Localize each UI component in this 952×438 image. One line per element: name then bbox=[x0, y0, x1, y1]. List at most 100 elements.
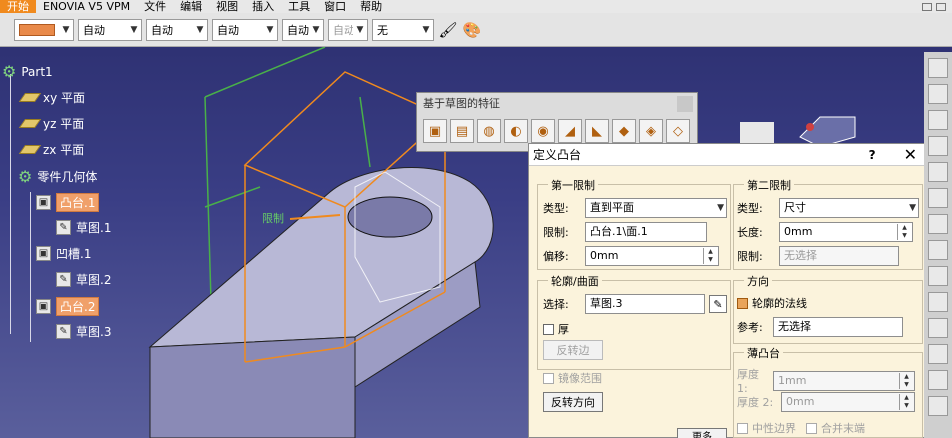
tree-node-sketch2[interactable]: ✎ 草图.2 bbox=[56, 271, 111, 288]
line-thickness-combo[interactable]: 自动 ▼ bbox=[146, 18, 208, 41]
plane-tool-icon[interactable] bbox=[928, 110, 948, 130]
layer-combo[interactable]: 自动 ▼ bbox=[328, 18, 368, 41]
view-icon[interactable] bbox=[928, 266, 948, 286]
color-swatch bbox=[19, 23, 55, 36]
render-icon[interactable] bbox=[928, 292, 948, 312]
reverse-side-button[interactable]: 反转边 bbox=[543, 340, 603, 360]
menu-tools[interactable]: 工具 bbox=[281, 0, 317, 13]
tree-node-pad2[interactable]: ▣ 凸台.2 bbox=[36, 297, 100, 316]
remove-loft-tool-icon[interactable]: ◇ bbox=[666, 119, 690, 143]
loft-tool-icon[interactable]: ◈ bbox=[639, 119, 663, 143]
close-button[interactable]: ✕ bbox=[904, 145, 917, 164]
tree-node-yz-plane[interactable]: yz 平面 bbox=[18, 115, 84, 132]
define-pad-dialog: 定义凸台 ? ✕ 第一限制 类型: 直到平面 ▼ 限制: 凸台.1\面.1 偏移… bbox=[528, 143, 930, 438]
tree-node-body[interactable]: ⚙ 零件几何体 bbox=[18, 167, 97, 186]
menu-insert[interactable]: 插入 bbox=[245, 0, 281, 13]
direction-reference-field[interactable]: 无选择 bbox=[773, 317, 903, 337]
more-button[interactable]: 更多 bbox=[677, 428, 727, 438]
right-toolbar bbox=[924, 52, 952, 438]
shaft-tool-icon[interactable]: ◍ bbox=[477, 119, 501, 143]
plane-icon bbox=[18, 119, 42, 128]
help-button[interactable]: ? bbox=[869, 148, 876, 162]
limit-label: 限制 bbox=[262, 212, 284, 225]
format-painter-icon[interactable]: 🖌 bbox=[438, 20, 458, 40]
thick-checkbox[interactable] bbox=[543, 323, 554, 335]
menu-enovia[interactable]: ENOVIA V5 VPM bbox=[36, 0, 137, 13]
part-hole bbox=[347, 196, 433, 238]
rib-tool-icon[interactable]: ◢ bbox=[558, 119, 582, 143]
tree-node-sketch1[interactable]: ✎ 草图.1 bbox=[56, 219, 111, 236]
graphic-properties-toolbar: ▼ 自动 ▼ 自动 ▼ 自动 ▼ 自动 ▼ 自动 ▼ 无 ▼ 🖌 🎨 bbox=[0, 13, 952, 47]
pocket-icon: ▣ bbox=[36, 246, 51, 261]
first-limit-field[interactable]: 凸台.1\面.1 bbox=[585, 222, 707, 242]
menu-start[interactable]: 开始 bbox=[0, 0, 36, 13]
sketch-icon: ✎ bbox=[56, 324, 71, 339]
menu-view[interactable]: 视图 bbox=[209, 0, 245, 13]
slot-tool-icon[interactable]: ◣ bbox=[585, 119, 609, 143]
groove-tool-icon[interactable]: ◐ bbox=[504, 119, 528, 143]
analysis-icon[interactable] bbox=[928, 318, 948, 338]
toolbar-title-bar[interactable]: 基于草图的特征 bbox=[417, 93, 697, 115]
second-limit-type-select[interactable]: 尺寸 ▼ bbox=[779, 198, 919, 218]
tree-node-sketch3[interactable]: ✎ 草图.3 bbox=[56, 323, 111, 340]
settings-icon[interactable] bbox=[928, 344, 948, 364]
second-limit-field: 无选择 bbox=[779, 246, 899, 266]
tool-icon[interactable] bbox=[928, 370, 948, 390]
sketch-icon: ✎ bbox=[56, 220, 71, 235]
color-combo[interactable]: ▼ bbox=[14, 18, 74, 41]
stiffener-tool-icon[interactable]: ◆ bbox=[612, 119, 636, 143]
tree-node-zx-plane[interactable]: zx 平面 bbox=[18, 141, 84, 158]
line-type-combo[interactable]: 自动 ▼ bbox=[212, 18, 278, 41]
sketch-tool-icon[interactable] bbox=[928, 84, 948, 104]
tree-node-pocket1[interactable]: ▣ 凹槽.1 bbox=[36, 245, 91, 262]
chevron-down-icon: ▼ bbox=[62, 24, 70, 35]
pocket-tool-icon[interactable]: ▤ bbox=[450, 119, 474, 143]
chevron-down-icon: ▼ bbox=[422, 24, 430, 35]
maximize-button[interactable] bbox=[936, 2, 946, 11]
menu-file[interactable]: 文件 bbox=[137, 0, 173, 13]
chevron-down-icon: ▼ bbox=[312, 24, 320, 35]
chevron-down-icon: ▼ bbox=[909, 203, 916, 213]
profile-select-field[interactable]: 草图.3 bbox=[585, 294, 705, 314]
body-gear-icon: ⚙ bbox=[18, 167, 33, 186]
hole-tool-icon[interactable]: ◉ bbox=[531, 119, 555, 143]
tree-node-pad1[interactable]: ▣ 凸台.1 bbox=[36, 193, 100, 212]
transparency-combo[interactable]: 自动 ▼ bbox=[78, 18, 142, 41]
point-type-combo[interactable]: 自动 ▼ bbox=[282, 18, 324, 41]
dialog-title-bar[interactable]: 定义凸台 ? ✕ bbox=[529, 144, 929, 166]
second-limit-length-input[interactable]: 0mm ▲ ▼ bbox=[779, 222, 913, 242]
select-arrow-icon[interactable] bbox=[928, 136, 948, 156]
sketch-icon: ✎ bbox=[56, 272, 71, 287]
menu-bar: 开始 ENOVIA V5 VPM 文件 编辑 视图 插入 工具 窗口 帮助 bbox=[0, 0, 952, 13]
menu-edit[interactable]: 编辑 bbox=[173, 0, 209, 13]
minimize-button[interactable] bbox=[922, 2, 932, 11]
sketcher-icon[interactable]: ✎ bbox=[709, 295, 727, 313]
first-limit-offset-input[interactable]: 0mm ▲ ▼ bbox=[585, 246, 719, 266]
tree-node-part1[interactable]: ⚙ Part1 bbox=[2, 62, 53, 81]
first-limit-type-select[interactable]: 直到平面 ▼ bbox=[585, 198, 727, 218]
material-icon[interactable] bbox=[928, 240, 948, 260]
menu-window[interactable]: 窗口 bbox=[317, 0, 353, 13]
menu-help[interactable]: 帮助 bbox=[353, 0, 389, 13]
spinner-icon[interactable]: ▲ ▼ bbox=[897, 224, 911, 240]
chevron-down-icon: ▼ bbox=[130, 24, 138, 35]
chevron-down-icon: ▼ bbox=[266, 24, 274, 35]
gear-icon[interactable] bbox=[928, 58, 948, 78]
profile-normal-checkbox[interactable] bbox=[737, 297, 748, 309]
tree-node-xy-plane[interactable]: xy 平面 bbox=[18, 89, 85, 106]
paint-icon[interactable]: 🎨 bbox=[462, 20, 482, 40]
pad-icon: ▣ bbox=[36, 299, 51, 314]
constraint-icon[interactable] bbox=[928, 214, 948, 234]
mirrored-extent-checkbox[interactable] bbox=[543, 372, 554, 384]
dimension-icon[interactable] bbox=[928, 188, 948, 208]
measure-icon[interactable] bbox=[928, 162, 948, 182]
spinner-icon[interactable]: ▲ ▼ bbox=[703, 248, 717, 264]
reverse-direction-button[interactable]: 反转方向 bbox=[543, 392, 603, 412]
pad-tool-icon[interactable]: ▣ bbox=[423, 119, 447, 143]
spinner-icon: ▲ ▼ bbox=[899, 394, 913, 410]
render-style-combo[interactable]: 无 ▼ bbox=[372, 18, 434, 41]
chevron-down-icon: ▼ bbox=[717, 203, 724, 213]
misc-icon[interactable] bbox=[928, 396, 948, 416]
part-front-face bbox=[149, 336, 356, 438]
close-icon[interactable] bbox=[677, 96, 693, 112]
